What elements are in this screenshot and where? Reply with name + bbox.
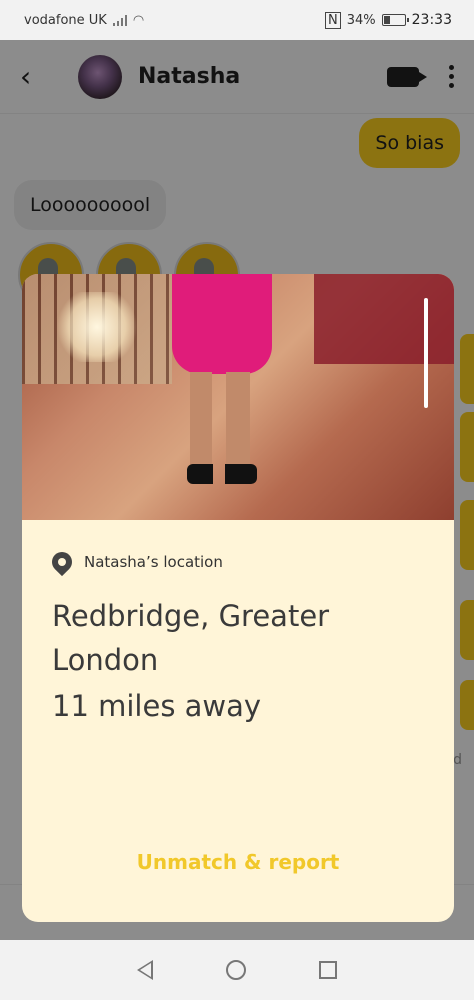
wifi-icon: ◠ — [132, 12, 145, 28]
location-pin-icon — [47, 547, 77, 577]
nav-recents-icon[interactable] — [319, 961, 338, 979]
profile-photo — [22, 274, 454, 520]
system-nav-bar — [0, 940, 474, 1000]
location-place: Redbridge, Greater London — [52, 599, 330, 677]
nav-home-icon[interactable] — [225, 960, 246, 980]
status-left: vodafone UK ◠ — [24, 13, 144, 28]
status-right: N 34% 23:33 — [325, 11, 452, 29]
location-label: Natasha’s location — [84, 553, 223, 571]
nav-back-icon[interactable] — [136, 960, 153, 980]
location-header: Natasha’s location — [47, 547, 223, 577]
battery-percent: 34% — [346, 12, 376, 28]
clock: 23:33 — [411, 12, 452, 28]
battery-icon — [381, 14, 409, 26]
photo-scrollbar[interactable] — [424, 298, 428, 408]
unmatch-report-button[interactable]: Unmatch & report — [22, 850, 454, 874]
location-modal: Natasha’s location Redbridge, Greater Lo… — [22, 274, 454, 922]
status-bar: vodafone UK ◠ N 34% 23:33 — [0, 0, 474, 40]
nfc-icon: N — [325, 11, 341, 29]
signal-icon — [112, 14, 127, 26]
location-distance: 11 miles away — [52, 689, 262, 723]
carrier-label: vodafone UK — [24, 12, 107, 28]
